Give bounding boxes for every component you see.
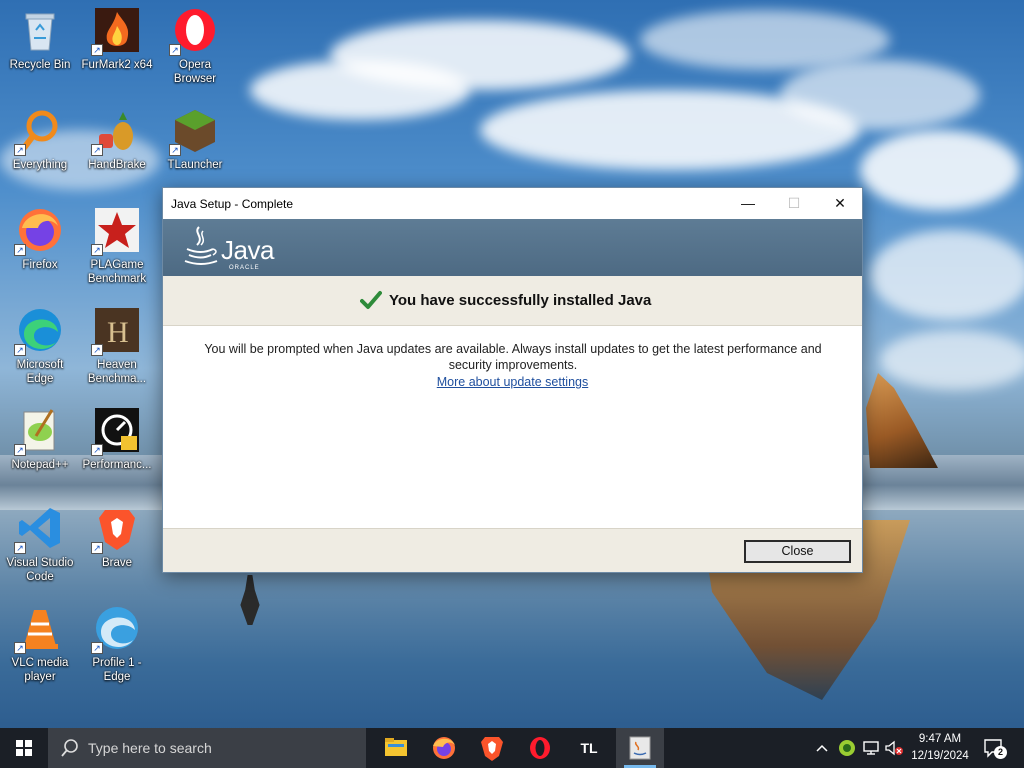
desktop-icon-label: VLC media player (11, 657, 69, 683)
volume-muted-icon[interactable] (884, 739, 904, 757)
desktop-icon-notepadpp[interactable]: ↗ Notepad++ (2, 400, 78, 490)
opera-icon (530, 737, 550, 759)
desktop-icon-microsoft-edge[interactable]: ↗ Microsoft Edge (2, 300, 78, 390)
dialog-body: You will be prompted when Java updates a… (163, 327, 862, 528)
notification-count-badge: 2 (994, 746, 1007, 759)
tray-chevron-up-icon[interactable] (814, 740, 830, 756)
checkmark-icon (360, 291, 382, 309)
clock-date[interactable]: 12/19/2024 (908, 750, 972, 762)
plagame-icon: ↗ (91, 206, 141, 256)
dialog-footer: Close (163, 528, 862, 572)
desktop-icon-opera[interactable]: ↗ Opera Browser (157, 0, 233, 90)
firefox-icon (433, 737, 455, 759)
success-message: You have successfully installed Java (389, 292, 652, 309)
java-logo: Java ORACLE (183, 225, 274, 273)
desktop-icon-label: Performanc... (82, 459, 152, 471)
java-banner: Java ORACLE (163, 219, 862, 276)
search-icon (61, 739, 78, 757)
minimize-button[interactable]: — (725, 188, 771, 219)
file-explorer-icon (385, 738, 407, 756)
taskbar-firefox[interactable] (420, 728, 468, 768)
tlauncher-icon: ↗ (169, 106, 219, 156)
update-settings-link[interactable]: More about update settings (163, 375, 862, 389)
desktop-icon-firefox[interactable]: ↗ Firefox (2, 200, 78, 290)
desktop-icon-recycle-bin[interactable]: Recycle Bin (2, 0, 78, 90)
desktop-icon-label: PLAGame Benchmark (87, 259, 147, 285)
desktop-icon-label: HandBrake (88, 159, 146, 171)
close-window-button[interactable]: ✕ (817, 188, 863, 219)
taskbar-search-box[interactable]: Type here to search (48, 728, 366, 768)
furmark-icon: ↗ (91, 6, 141, 56)
desktop-icon-label: Firefox (22, 259, 58, 271)
dialog-titlebar[interactable]: Java Setup - Complete — ☐ ✕ (163, 188, 862, 219)
performance-icon: ↗ (91, 406, 141, 456)
desktop-icon-label: Heaven Benchma... (87, 359, 147, 385)
network-icon[interactable] (862, 739, 880, 757)
tray-app-icon[interactable] (838, 739, 856, 757)
oracle-wordmark: ORACLE (229, 265, 260, 271)
desktop-icon-heaven[interactable]: H ↗ Heaven Benchma... (79, 300, 155, 390)
vlc-icon: ↗ (14, 604, 64, 654)
taskbar-java-setup[interactable] (616, 728, 664, 768)
desktop-icon-label: Recycle Bin (9, 59, 71, 71)
taskbar-file-explorer[interactable] (372, 728, 420, 768)
desktop-icon-label: Everything (12, 159, 68, 171)
notepadpp-icon: ↗ (14, 406, 64, 456)
success-header: You have successfully installed Java (163, 276, 862, 326)
search-placeholder: Type here to search (88, 740, 212, 756)
taskbar-tlauncher[interactable]: TL (564, 728, 612, 768)
desktop-icon-label: Microsoft Edge (16, 359, 64, 385)
handbrake-icon: ↗ (91, 106, 141, 156)
desktop-icon-plagame[interactable]: ↗ PLAGame Benchmark (79, 200, 155, 290)
desktop-icon-handbrake[interactable]: ↗ HandBrake (79, 100, 155, 190)
start-button[interactable] (0, 728, 48, 768)
svg-text:H: H (107, 316, 129, 349)
desktop-icon-label: Brave (101, 557, 133, 569)
brave-icon (481, 737, 503, 761)
update-info-text: You will be prompted when Java updates a… (204, 342, 822, 372)
everything-icon: ↗ (14, 106, 64, 156)
desktop-icon-everything[interactable]: ↗ Everything (2, 100, 78, 190)
recycle-bin-icon (16, 6, 64, 54)
java-wordmark: Java (221, 235, 274, 265)
edge-icon: ↗ (14, 306, 64, 356)
java-cup-icon (184, 226, 218, 265)
vscode-icon: ↗ (14, 504, 64, 554)
desktop-icon-label: TLauncher (167, 159, 223, 171)
desktop-icon-furmark[interactable]: ↗ FurMark2 x64 (79, 0, 155, 90)
windows-logo-icon (16, 740, 32, 756)
maximize-button[interactable]: ☐ (771, 188, 817, 219)
desktop-icon-label: FurMark2 x64 (81, 59, 153, 71)
desktop-icon-label: Opera Browser (173, 59, 217, 85)
taskbar: Type here to search TL 9:47 AM 12/19/202… (0, 728, 1024, 768)
heaven-icon: H ↗ (91, 306, 141, 356)
desktop-icon-label: Profile 1 - Edge (92, 657, 142, 683)
taskbar-brave[interactable] (468, 728, 516, 768)
taskbar-opera[interactable] (516, 728, 564, 768)
desktop-icon-tlauncher[interactable]: ↗ TLauncher (157, 100, 233, 190)
clock-time[interactable]: 9:47 AM (908, 733, 972, 745)
desktop-icon-performance[interactable]: ↗ Performanc... (79, 400, 155, 490)
desktop-icon-label: Notepad++ (11, 459, 69, 471)
java-setup-dialog: Java Setup - Complete — ☐ ✕ Java ORACLE … (162, 187, 863, 573)
tlauncher-icon: TL (580, 740, 598, 756)
edge-profile-icon: ↗ (91, 604, 141, 654)
desktop-icon-brave[interactable]: ↗ Brave (79, 498, 155, 588)
desktop-icon-label: Visual Studio Code (6, 557, 74, 583)
close-button[interactable]: Close (744, 540, 851, 563)
dialog-title: Java Setup - Complete (171, 197, 294, 211)
brave-icon: ↗ (91, 504, 141, 554)
firefox-icon: ↗ (14, 206, 64, 256)
desktop-icon-vlc[interactable]: ↗ VLC media player (2, 598, 78, 688)
desktop-icon-vscode[interactable]: ↗ Visual Studio Code (2, 498, 78, 588)
desktop-icon-profile-edge[interactable]: ↗ Profile 1 - Edge (79, 598, 155, 688)
java-setup-icon (629, 736, 651, 760)
notification-center-button[interactable]: 2 (980, 736, 1008, 760)
opera-icon: ↗ (169, 6, 219, 56)
